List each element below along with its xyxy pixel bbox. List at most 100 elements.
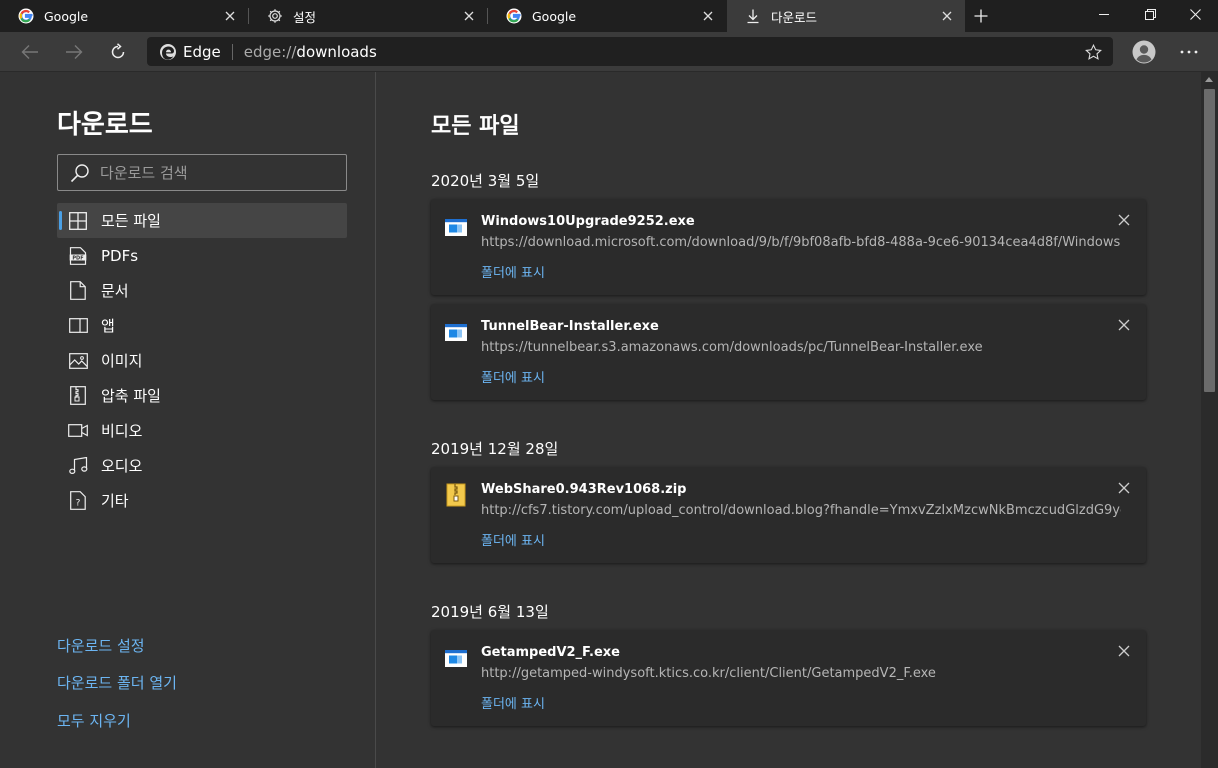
remove-item-close-icon[interactable] [1117,644,1131,658]
forward-button[interactable] [58,36,90,68]
tab-google-2[interactable]: Google [488,0,726,32]
file-url: http://cfs7.tistory.com/upload_control/d… [481,503,1121,518]
sidebar-item-label: 이미지 [101,352,143,370]
download-item: WebShare0.943Rev1068.zip http://cfs7.tis… [431,467,1146,563]
tab-downloads[interactable]: 다운로드 [727,0,965,32]
sidebar-item-label: 오디오 [101,457,143,475]
page-title: 모든 파일 [431,114,520,139]
sidebar-item-images[interactable]: 이미지 [57,343,347,378]
sidebar-title: 다운로드 [57,110,153,140]
back-button[interactable] [14,36,46,68]
show-in-folder-link[interactable]: 폴더에 표시 [481,367,545,386]
address-url[interactable]: edge://downloads [244,43,377,61]
address-bar[interactable]: Edge edge://downloads [147,37,1113,66]
restore-button[interactable] [1127,0,1173,28]
remove-item-close-icon[interactable] [1117,318,1131,332]
sidebar-item-label: 비디오 [101,422,143,440]
sidebar-item-label: 모든 파일 [101,212,161,230]
date-header: 2019년 12월 28일 [431,440,559,458]
show-in-folder-link[interactable]: 폴더에 표시 [481,530,545,549]
refresh-button[interactable] [102,36,134,68]
page-scrollbar[interactable] [1201,72,1218,768]
download-settings-link[interactable]: 다운로드 설정 [57,635,145,656]
sidebar-item-apps[interactable]: 앱 [57,308,347,343]
scrollbar-thumb[interactable] [1204,89,1215,392]
scroll-up-arrow-icon[interactable] [1205,77,1213,82]
tab-settings[interactable]: 설정 [249,0,487,32]
refresh-icon [111,43,125,59]
exe-file-icon [445,324,467,341]
profile-button[interactable] [1128,36,1160,68]
close-tab-icon[interactable] [939,8,955,24]
google-icon [17,8,34,25]
sidebar-item-pdfs[interactable]: PDF PDFs [57,238,347,273]
tab-strip: Google 설정 Google 다운로드 [0,0,1218,32]
minimize-icon [1099,14,1109,15]
close-tab-icon[interactable] [700,8,716,24]
sidebar-item-audio[interactable]: 오디오 [57,448,347,483]
sidebar-item-label: PDFs [101,246,139,265]
new-tab-button[interactable] [968,3,994,29]
tab-title: 다운로드 [771,9,818,25]
show-in-folder-link[interactable]: 폴더에 표시 [481,262,545,281]
tab-title: Google [44,8,89,24]
file-name-link[interactable]: Windows10Upgrade9252.exe [481,214,695,229]
pdf-icon: PDF [68,246,88,266]
close-window-button[interactable] [1172,0,1218,28]
download-icon [744,8,761,25]
sidebar-item-archives[interactable]: 압축 파일 [57,378,347,413]
address-divider [231,43,233,60]
back-arrow-icon [21,45,38,59]
settings-more-button[interactable] [1173,36,1205,68]
forward-arrow-icon [66,45,83,59]
download-item: Windows10Upgrade9252.exe https://downloa… [431,199,1146,295]
sidebar-item-videos[interactable]: 비디오 [57,413,347,448]
file-name-link[interactable]: TunnelBear-Installer.exe [481,319,659,334]
downloads-main: 모든 파일 2020년 3월 5일 Windows10Upgrade9252.e… [377,72,1201,768]
video-icon [68,421,88,441]
url-path: downloads [296,42,377,61]
grid-icon [68,211,88,231]
exe-file-icon [445,650,467,667]
category-list: 모든 파일 PDF PDFs 문서 앱 이미지 압축 파일 비디오 오디오 ? … [57,203,347,518]
exe-file-icon [445,219,467,236]
clear-all-link[interactable]: 모두 지우기 [57,710,131,731]
other-icon: ? [68,491,88,511]
google-icon [505,8,522,25]
more-dots-icon [1180,50,1198,54]
show-in-folder-link[interactable]: 폴더에 표시 [481,693,545,712]
url-scheme: edge:// [243,42,297,61]
close-icon [1189,8,1201,20]
tab-title: 설정 [293,9,317,25]
file-name-link[interactable]: GetampedV2_F.exe [481,645,620,660]
remove-item-close-icon[interactable] [1117,213,1131,227]
tab-google-1[interactable]: Google [0,0,248,32]
file-url: https://download.microsoft.com/download/… [481,235,1121,250]
archive-icon [68,386,88,406]
sidebar-item-all-files[interactable]: 모든 파일 [57,203,347,238]
app-icon [68,316,88,336]
date-header: 2019년 6월 13일 [431,603,549,621]
file-url: http://getamped-windysoft.ktics.co.kr/cl… [481,666,936,681]
file-name-link[interactable]: WebShare0.943Rev1068.zip [481,482,687,497]
svg-text:PDF: PDF [72,255,83,261]
downloads-sidebar: 다운로드 모든 파일 PDF PDFs 문서 앱 이미지 압축 파일 [0,72,376,768]
sidebar-item-other[interactable]: ? 기타 [57,483,347,518]
close-tab-icon[interactable] [461,8,477,24]
search-box[interactable] [57,154,347,191]
favorite-star-icon[interactable] [1083,42,1103,62]
edge-label: Edge [183,42,221,61]
sidebar-item-documents[interactable]: 문서 [57,273,347,308]
download-item: GetampedV2_F.exe http://getamped-windyso… [431,630,1146,726]
minimize-button[interactable] [1081,0,1127,28]
open-downloads-folder-link[interactable]: 다운로드 폴더 열기 [57,672,177,693]
sidebar-item-label: 문서 [101,282,129,300]
search-input[interactable] [100,163,330,182]
close-tab-icon[interactable] [222,8,238,24]
sidebar-item-label: 압축 파일 [101,387,161,405]
audio-icon [68,456,88,476]
restore-icon [1144,8,1156,20]
document-icon [68,281,88,301]
remove-item-close-icon[interactable] [1117,481,1131,495]
browser-toolbar: Edge edge://downloads [0,32,1218,72]
